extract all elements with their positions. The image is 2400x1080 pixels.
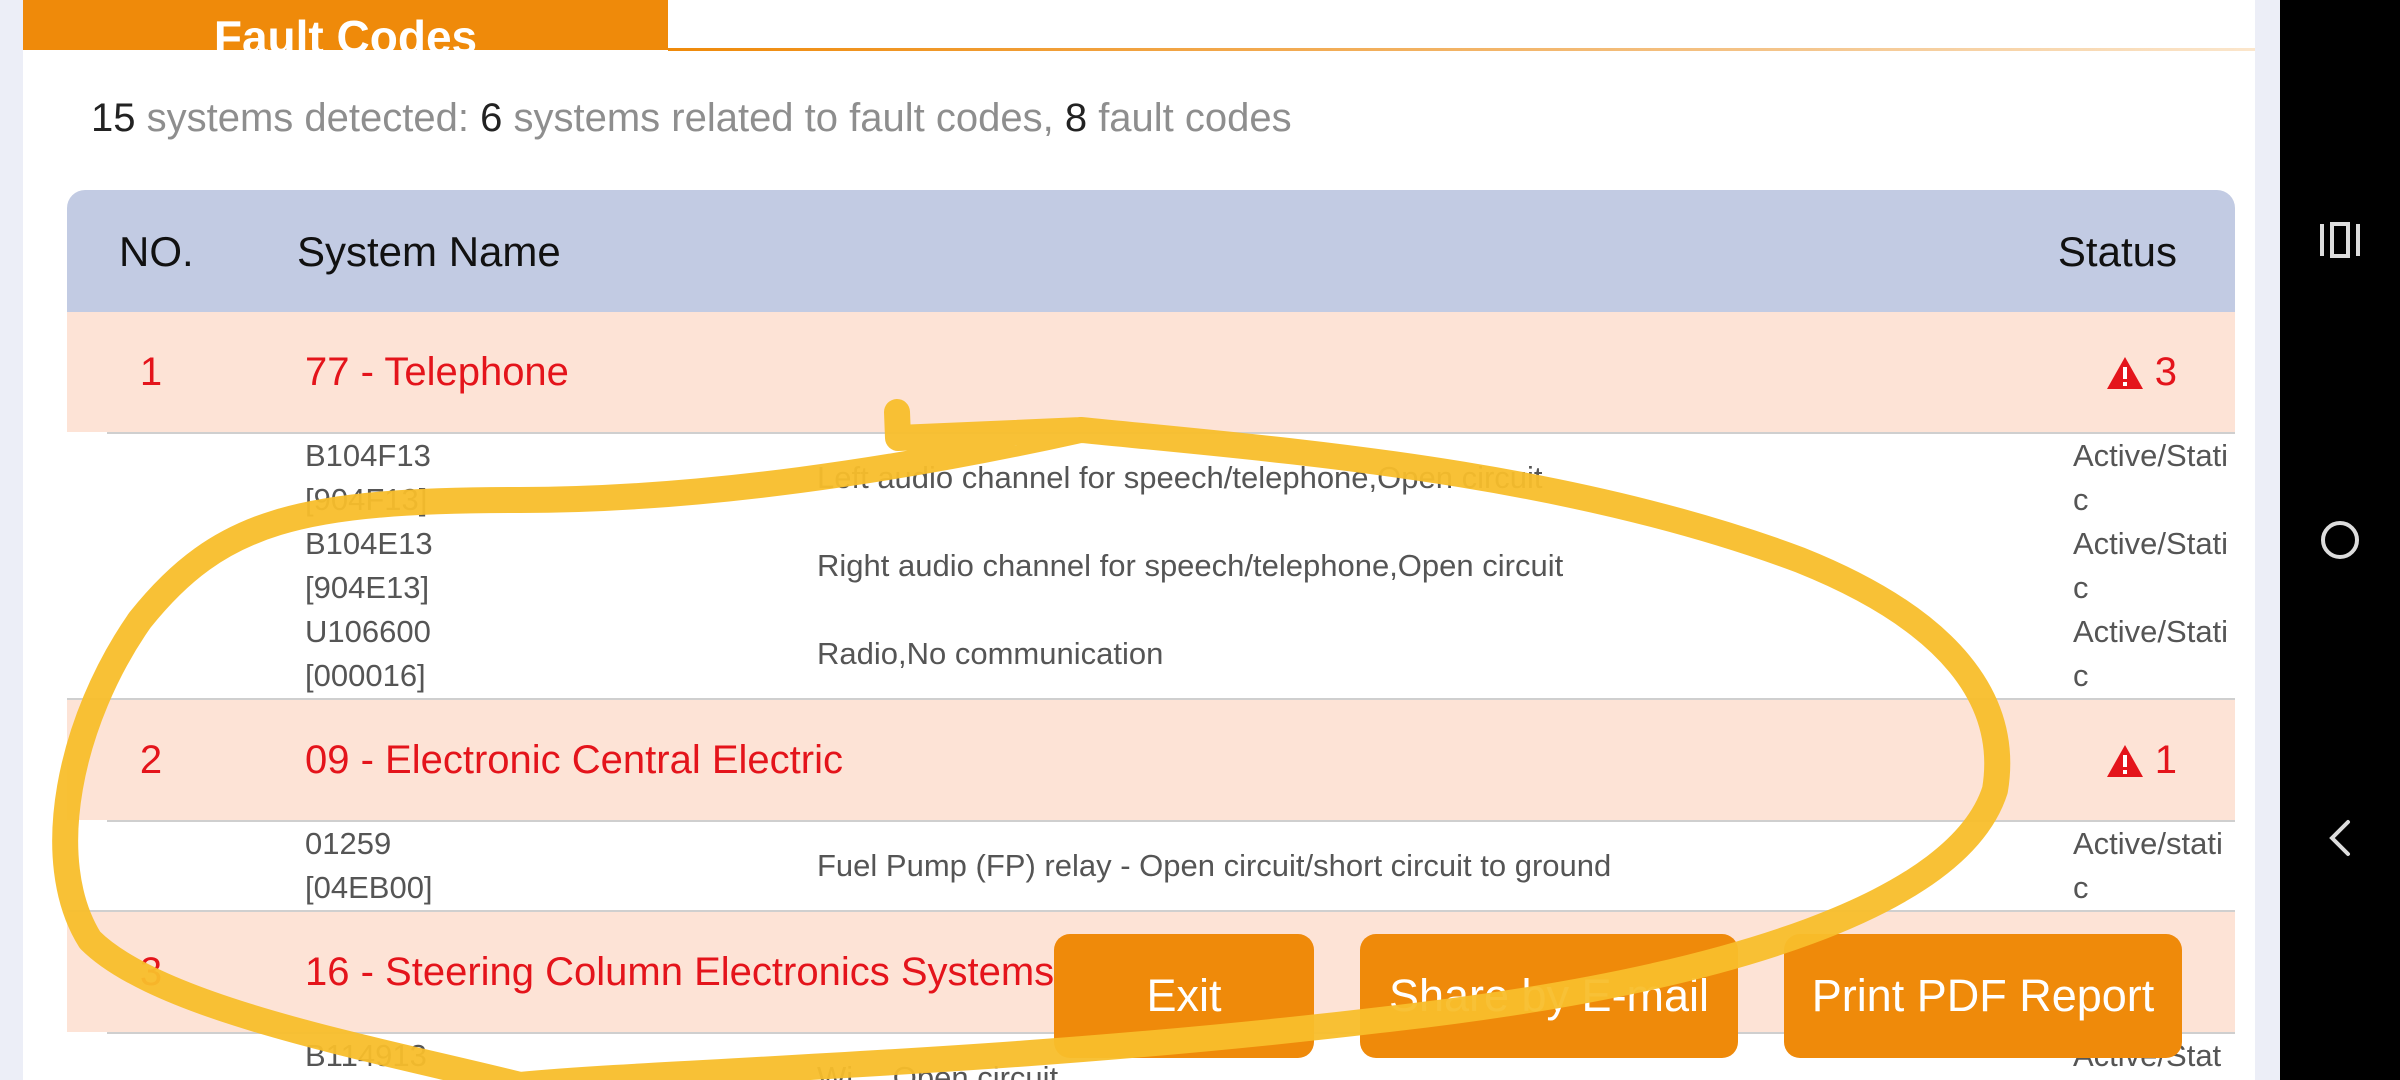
fault-status: Active/Static xyxy=(2073,614,2229,693)
fault-row[interactable]: B104E13 [904E13] Right audio channel for … xyxy=(107,522,2235,610)
fault-description: Right audio channel for speech/telephone… xyxy=(817,548,1564,583)
fault-codes-card: Fault Codes 15 systems detected: 6 syste… xyxy=(23,0,2255,1080)
codes-count: 8 xyxy=(1064,96,1088,140)
fault-code-primary: U106600 xyxy=(305,614,431,649)
fault-code: B114913 xyxy=(305,1034,427,1078)
fault-code-primary: B104E13 xyxy=(305,526,433,561)
fault-description: Wi… Open circuit xyxy=(817,1060,1059,1080)
summary-line: 15 systems detected: 6 systems related t… xyxy=(91,96,1292,141)
fault-row[interactable]: 01259 [04EB00] Fuel Pump (FP) relay - Ope… xyxy=(107,820,2235,910)
print-pdf-report-button[interactable]: Print PDF Report xyxy=(1784,934,2182,1058)
fault-row[interactable]: U106600 [000016] Radio,No communication A… xyxy=(107,610,2235,698)
column-header-system-name: System Name xyxy=(297,228,561,275)
system-navigation-bar xyxy=(2280,0,2400,1080)
related-count: 6 xyxy=(480,96,503,140)
fault-description: Left audio channel for speech/telephone,… xyxy=(817,460,1543,495)
system-name: 16 - Steering Column Electronics Systems xyxy=(305,950,1055,994)
recents-icon xyxy=(2320,222,2360,258)
back-button[interactable] xyxy=(2280,778,2400,898)
system-status: 3 xyxy=(2105,350,2177,395)
systems-text: systems detected: xyxy=(135,96,481,140)
system-row[interactable]: 1 77 - Telephone 3 xyxy=(67,312,2235,432)
fault-code: U106600 [000016] xyxy=(305,610,431,698)
fault-code-primary: 01259 xyxy=(305,826,392,861)
table-header: NO. System Name Status xyxy=(67,190,2235,312)
system-row[interactable]: 2 09 - Electronic Central Electric 1 xyxy=(67,700,2235,820)
header-underline xyxy=(668,48,2255,51)
system-number: 1 xyxy=(139,350,163,394)
fault-description: Fuel Pump (FP) relay - Open circuit/shor… xyxy=(817,848,1612,883)
app-screen: Fault Codes 15 systems detected: 6 syste… xyxy=(0,0,2280,1080)
systems-count: 15 xyxy=(91,96,136,140)
exit-button[interactable]: Exit xyxy=(1054,934,1314,1058)
system-number: 2 xyxy=(139,738,163,782)
share-by-email-button[interactable]: Share by E-mail xyxy=(1360,934,1738,1058)
header-tab: Fault Codes xyxy=(23,0,668,50)
system-name: 09 - Electronic Central Electric xyxy=(305,738,843,782)
fault-code-secondary: [000016] xyxy=(305,658,426,693)
system-status: 1 xyxy=(2105,738,2177,783)
home-button[interactable] xyxy=(2280,480,2400,600)
fault-code-secondary: [904F13] xyxy=(305,482,428,517)
back-icon xyxy=(2329,820,2350,856)
home-icon xyxy=(2321,521,2359,559)
fault-code: 01259 [04EB00] xyxy=(305,822,433,910)
system-number: 3 xyxy=(139,950,163,994)
fault-code-secondary: [04EB00] xyxy=(305,870,433,905)
warning-triangle-icon xyxy=(2106,744,2143,777)
column-header-status: Status xyxy=(2057,228,2177,275)
fault-count: 3 xyxy=(2154,350,2177,394)
page-title: Fault Codes xyxy=(213,11,478,50)
system-name: 77 - Telephone xyxy=(305,350,569,394)
fault-count: 1 xyxy=(2154,738,2177,782)
fault-status: Active/Static xyxy=(2073,438,2229,517)
fault-code: B104E13 [904E13] xyxy=(305,522,433,610)
warning-triangle-icon xyxy=(2106,356,2143,389)
fault-code: B104F13 [904F13] xyxy=(305,434,431,522)
fault-code-secondary: [904E13] xyxy=(305,570,430,605)
fault-description: Radio,No communication xyxy=(817,636,1164,671)
fault-code-primary: B104F13 xyxy=(305,438,431,473)
recents-button[interactable] xyxy=(2280,180,2400,300)
related-text: systems related to fault codes, xyxy=(502,96,1065,140)
fault-code-primary: B114913 xyxy=(305,1038,427,1073)
fault-status: Active/Static xyxy=(2073,526,2229,605)
fault-status: Active/static xyxy=(2073,826,2223,905)
fault-row[interactable]: B104F13 [904F13] Left audio channel for s… xyxy=(107,432,2235,522)
codes-text: fault codes xyxy=(1087,96,1292,140)
column-header-no: NO. xyxy=(119,228,194,275)
